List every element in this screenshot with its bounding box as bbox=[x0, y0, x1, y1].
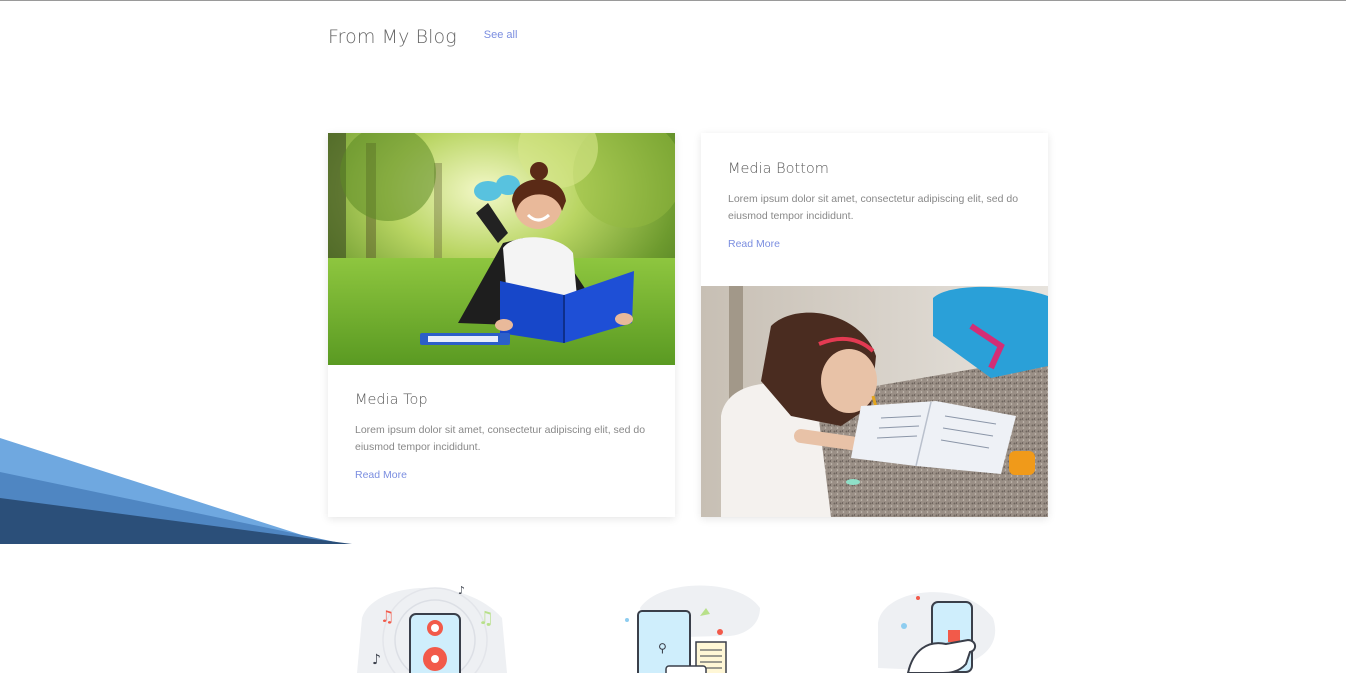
girl-writing-photo bbox=[701, 286, 1048, 517]
decorative-waves bbox=[0, 438, 352, 544]
girl-reading-photo bbox=[328, 133, 675, 365]
blog-card-media-top: Media Top Lorem ipsum dolor sit amet, co… bbox=[328, 133, 675, 517]
card-title: Media Top bbox=[355, 392, 428, 408]
card-body: Media Bottom Lorem ipsum dolor sit amet,… bbox=[728, 161, 1028, 252]
read-more-link[interactable]: Read More bbox=[355, 469, 407, 481]
card-text: Lorem ipsum dolor sit amet, consectetur … bbox=[728, 193, 1019, 222]
svg-text:♫: ♫ bbox=[380, 607, 394, 626]
svg-text:♪: ♪ bbox=[372, 652, 381, 668]
card-body: Media Top Lorem ipsum dolor sit amet, co… bbox=[355, 392, 655, 483]
music-player-icon: ♫ ♫ ♪ ♪ bbox=[352, 578, 512, 673]
svg-text:♪: ♪ bbox=[458, 584, 465, 597]
blog-header: From My Blog See all bbox=[328, 26, 517, 48]
phone-in-hand-icon bbox=[868, 578, 1028, 673]
card-text: Lorem ipsum dolor sit amet, consectetur … bbox=[355, 424, 646, 453]
svg-text:♫: ♫ bbox=[478, 608, 494, 629]
section-title: From My Blog bbox=[328, 26, 457, 48]
tablet-notes-icon: ⚲ bbox=[620, 578, 780, 673]
feature-illustrations: ♫ ♫ ♪ ♪ ⚲ bbox=[0, 578, 1346, 673]
top-divider bbox=[0, 0, 1346, 1]
see-all-link[interactable]: See all bbox=[484, 29, 518, 41]
blog-card-media-bottom: Media Bottom Lorem ipsum dolor sit amet,… bbox=[701, 133, 1048, 517]
svg-text:⚲: ⚲ bbox=[658, 641, 667, 655]
card-title: Media Bottom bbox=[728, 161, 829, 177]
read-more-link[interactable]: Read More bbox=[728, 238, 780, 250]
